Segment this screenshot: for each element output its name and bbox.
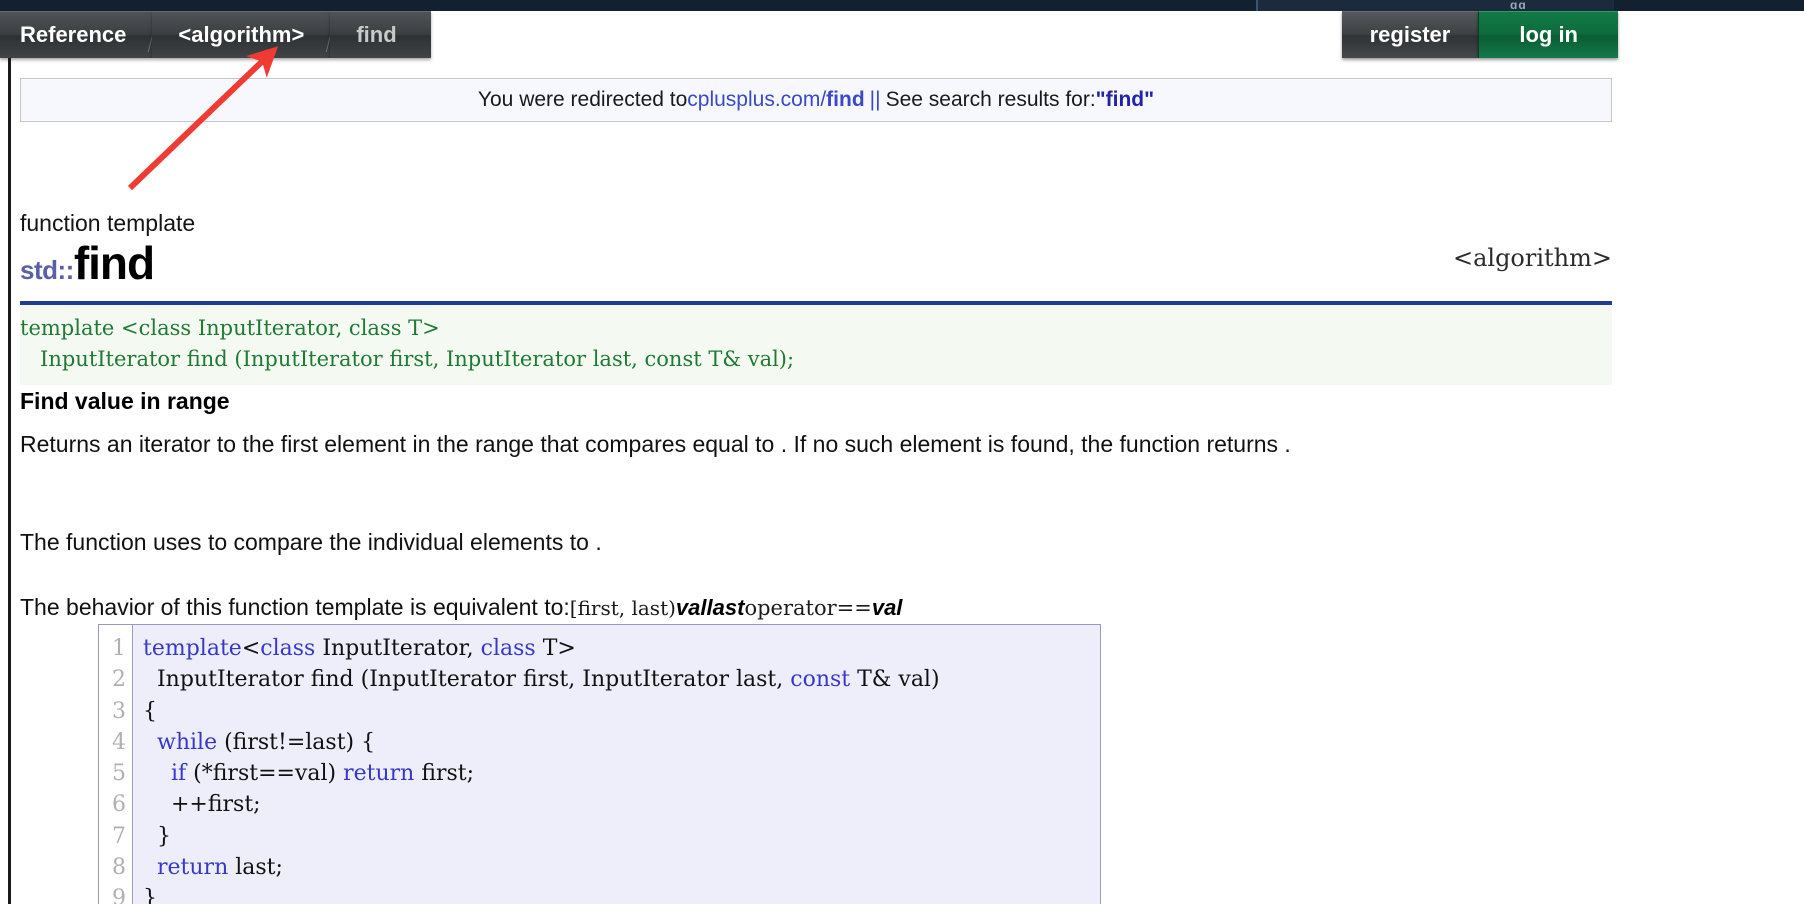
code-text: { [143, 698, 157, 724]
redirect-banner-prefix: You were redirected to [477, 88, 688, 111]
redirect-link-site: cplusplus.com/ [687, 88, 827, 111]
code-text: T& val) [850, 667, 940, 693]
code-keyword: class [260, 636, 316, 661]
function-signature: template <class InputIterator, class T> … [20, 305, 1612, 385]
code-text: last; [228, 855, 283, 881]
code-keyword: class [480, 636, 536, 661]
breadcrumb-item-find[interactable]: find [330, 11, 431, 58]
code-body[interactable]: template<class InputIterator, class T> I… [133, 625, 1100, 904]
code-line: return last; [143, 852, 1100, 883]
header-file-label: <algorithm> [1452, 244, 1612, 272]
code-keyword: if [170, 761, 187, 787]
banner-separator: || [869, 88, 881, 111]
code-text: InputIterator find (InputIterator first,… [143, 667, 791, 693]
code-line-number: 1 [112, 636, 126, 661]
page-kind-label: function template [20, 210, 196, 236]
breadcrumb-item-label: <algorithm> [178, 22, 305, 47]
code-line-number: 9 [112, 886, 126, 904]
code-line-number: 4 [112, 729, 126, 755]
description-paragraph-3: The behavior of this function template i… [20, 591, 1612, 624]
search-query: "find" [1095, 88, 1155, 111]
code-keyword: const [790, 667, 851, 693]
page-title-namespace: std:: [20, 255, 74, 285]
code-text: InputIterator, [315, 636, 481, 661]
code-text: first; [414, 761, 475, 787]
code-line-number: 7 [112, 823, 126, 849]
example-code-block[interactable]: 1 2 3 4 5 6 7 8 9 template<class InputIterator, … [98, 624, 1101, 904]
code-line: InputIterator find (InputIterator first,… [143, 664, 1100, 695]
code-text: T> [535, 636, 576, 661]
browser-top-strip: gg [0, 0, 1804, 11]
code-text: < [241, 636, 261, 661]
math-var-val-1: val [675, 595, 707, 620]
login-button[interactable]: log in [1478, 11, 1618, 58]
math-operator: operator== [744, 596, 872, 620]
breadcrumb: Reference <algorithm> find [0, 11, 431, 58]
code-text: ++first; [143, 792, 261, 818]
background-tab-label: gg [1510, 0, 1527, 9]
redirect-link-term: find [826, 88, 865, 111]
code-line: while (first!=last) { [143, 727, 1100, 758]
breadcrumb-item-label: find [356, 22, 397, 47]
search-results-text: See search results for: [885, 88, 1096, 111]
page-title: std:: find [20, 237, 155, 289]
page-root: gg Reference <algorithm> find register l… [0, 0, 1804, 904]
login-button-label: log in [1519, 22, 1578, 47]
code-line: if (*first==val) return first; [143, 758, 1100, 789]
register-button-label: register [1369, 22, 1451, 47]
page-title-name: find [73, 237, 155, 289]
breadcrumb-item-label: Reference [20, 22, 127, 47]
main-content: You were redirected to cplusplus.com/fin… [20, 58, 1612, 904]
math-var-val-2: val [871, 595, 903, 620]
redirect-link[interactable]: cplusplus.com/find [687, 88, 864, 112]
code-text: } [143, 886, 157, 904]
code-line: ++first; [143, 789, 1100, 820]
code-line: } [143, 883, 1100, 904]
code-keyword: while [157, 729, 218, 755]
code-text: } [143, 823, 171, 849]
auth-buttons: register log in [1341, 11, 1618, 58]
description-paragraph-1: Returns an iterator to the first element… [20, 431, 1291, 457]
background-tab[interactable] [1256, 0, 1614, 11]
code-line-number: 5 [112, 761, 126, 787]
code-line-numbers: 1 2 3 4 5 6 7 8 9 [99, 625, 133, 904]
code-keyword: template [143, 636, 242, 661]
description-paragraph-2: The function uses to compare the individ… [20, 529, 602, 555]
code-line: } [143, 821, 1100, 852]
code-text: (first!=last) { [217, 729, 376, 755]
code-line-number: 6 [112, 792, 126, 818]
breadcrumb-item-algorithm[interactable]: <algorithm> [152, 11, 331, 58]
signature-line-1: template <class InputIterator, class T> [20, 316, 440, 340]
section-heading: Find value in range [20, 388, 230, 414]
code-keyword: return [343, 761, 415, 787]
range-notation: [first, last) [569, 596, 676, 620]
code-text: (*first==val) [186, 761, 344, 787]
code-line: { [143, 696, 1100, 727]
breadcrumb-item-reference[interactable]: Reference [0, 11, 153, 58]
code-line-number: 2 [112, 667, 126, 693]
code-line-number: 8 [112, 855, 126, 881]
register-button[interactable]: register [1341, 11, 1479, 58]
code-line-number: 3 [112, 698, 126, 724]
signature-line-2: InputIterator find (InputIterator first,… [20, 347, 795, 371]
page-left-border [8, 58, 11, 904]
redirect-banner: You were redirected to cplusplus.com/fin… [20, 78, 1612, 122]
math-var-last: last [706, 595, 745, 620]
equivalence-prefix: The behavior of this function template i… [20, 594, 570, 620]
code-line: template<class InputIterator, class T> [143, 633, 1100, 664]
code-keyword: return [157, 855, 229, 881]
